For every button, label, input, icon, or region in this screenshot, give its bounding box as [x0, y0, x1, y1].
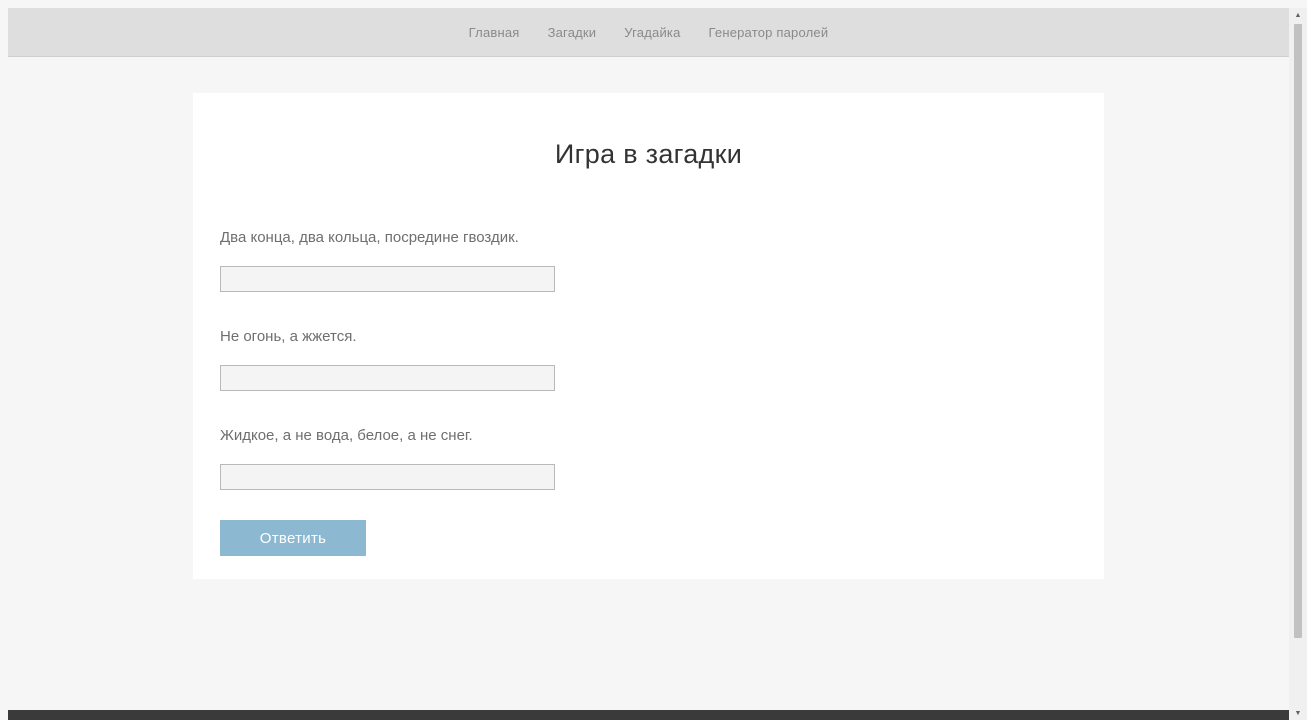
scroll-down-icon[interactable]: ▼ [1289, 706, 1307, 720]
vertical-scrollbar[interactable]: ▲ ▼ [1289, 8, 1307, 720]
nav-item-password-generator[interactable]: Генератор паролей [709, 25, 829, 40]
nav-item-riddles[interactable]: Загадки [548, 25, 597, 40]
riddle-answer-input-1[interactable] [220, 266, 555, 292]
riddle-answer-input-3[interactable] [220, 464, 555, 490]
riddle-answer-input-2[interactable] [220, 365, 555, 391]
nav-item-home[interactable]: Главная [469, 25, 520, 40]
page-title: Игра в загадки [554, 139, 743, 169]
riddle-form-card: Игра в загадки Два конца, два кольца, по… [193, 93, 1104, 579]
scroll-up-icon[interactable]: ▲ [1289, 8, 1307, 22]
scroll-thumb[interactable] [1294, 24, 1302, 638]
riddle-question-3: Жидкое, а не вода, белое, а не снег. [220, 427, 473, 444]
top-nav: Главная Загадки Угадайка Генератор парол… [8, 8, 1289, 57]
nav-item-guess[interactable]: Угадайка [624, 25, 680, 40]
footer-bar [8, 710, 1289, 720]
page: Главная Загадки Угадайка Генератор парол… [8, 8, 1289, 720]
riddle-question-1: Два конца, два кольца, посредине гвоздик… [220, 229, 519, 246]
submit-answers-button[interactable]: Ответить [220, 520, 366, 556]
riddle-question-2: Не огонь, а жжется. [220, 328, 357, 345]
